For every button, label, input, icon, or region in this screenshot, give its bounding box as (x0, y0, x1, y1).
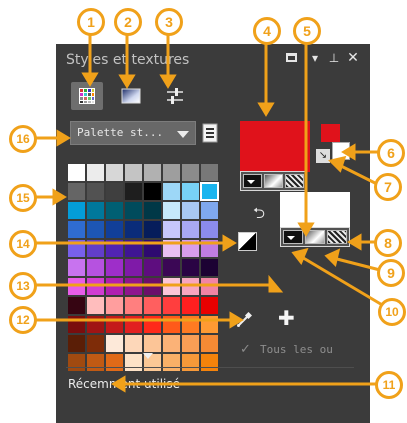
annotation-9: 9 (377, 259, 405, 287)
annotation-2: 2 (114, 8, 142, 36)
annotation-6: 6 (377, 139, 405, 167)
annotation-11: 11 (375, 371, 403, 399)
annotation-5: 5 (293, 17, 321, 45)
annotation-4: 4 (253, 17, 281, 45)
annotation-8: 8 (374, 229, 402, 257)
annotation-13: 13 (9, 272, 37, 300)
annotation-1: 1 (77, 8, 105, 36)
annotation-10: 10 (378, 298, 406, 326)
annotation-3: 3 (155, 8, 183, 36)
annotation-arrows (35, 33, 385, 393)
annotation-12: 12 (9, 306, 37, 334)
annotation-14: 14 (9, 230, 37, 258)
annotation-16: 16 (9, 125, 37, 153)
annotation-15: 15 (9, 184, 37, 212)
annotation-7: 7 (374, 173, 402, 201)
